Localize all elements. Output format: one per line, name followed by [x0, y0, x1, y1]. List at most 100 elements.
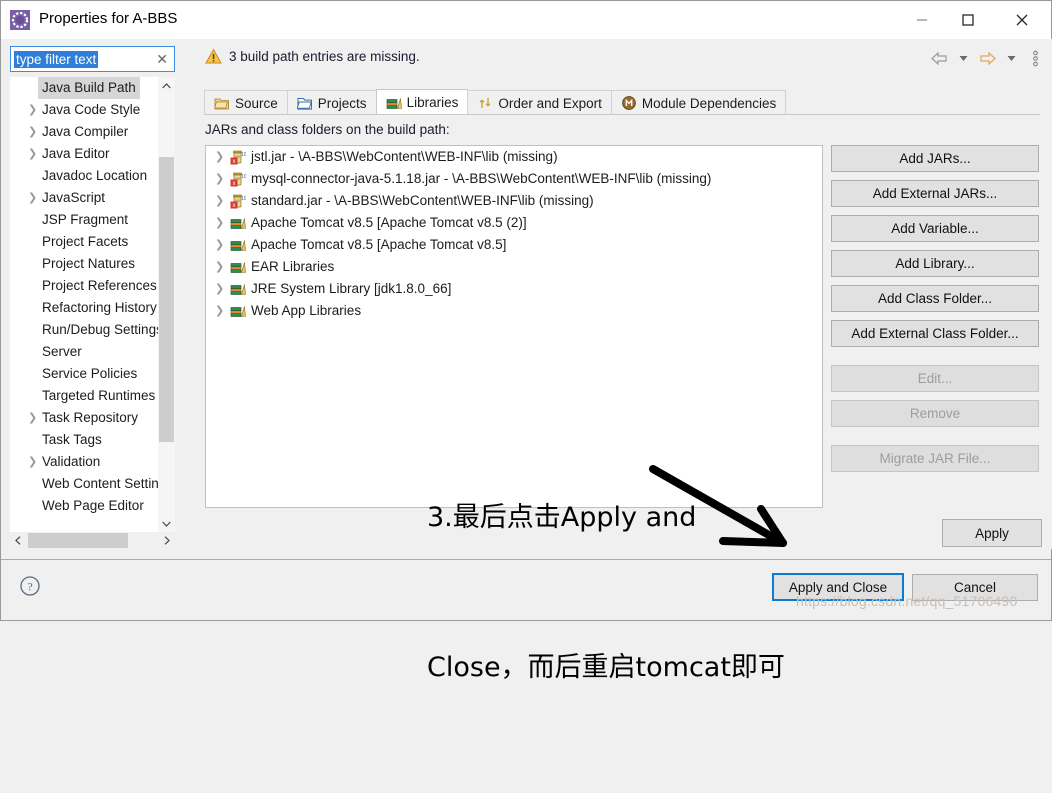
chevron-right-icon[interactable]: ❯: [215, 278, 224, 300]
library-books-icon: [386, 97, 402, 109]
chevron-right-icon[interactable]: ❯: [28, 407, 37, 429]
properties-dialog: Properties for A-BBS 3 build path entrie…: [0, 0, 1052, 683]
sidebar-item-project-natures[interactable]: Project Natures: [10, 253, 175, 275]
tab-label: Module Dependencies: [641, 95, 777, 111]
build-path-entry-row[interactable]: ❯ EAR Libraries: [206, 256, 822, 278]
tree-hscroll-thumb[interactable]: [28, 533, 128, 548]
library-books-icon: [230, 306, 246, 317]
tree-horizontal-scrollbar[interactable]: [10, 532, 175, 549]
tab-label: Libraries: [406, 95, 459, 110]
sidebar-item-label: Run/Debug Settings: [42, 322, 163, 337]
chevron-right-icon[interactable]: ❯: [28, 451, 37, 473]
vertical-ellipsis-icon[interactable]: [1024, 48, 1046, 68]
build-path-entry-row[interactable]: ❯ x 10 mysql-connector-java-5.1.18.jar - \A…: [206, 168, 822, 190]
build-path-entry-row[interactable]: ❯ JRE System Library [jdk1.8.0_66]: [206, 278, 822, 300]
add-external-class-folder-button[interactable]: Add External Class Folder...: [831, 320, 1039, 347]
build-path-entry-row[interactable]: ❯ Apache Tomcat v8.5 [Apache Tomcat v8.5]: [206, 234, 822, 256]
warning-triangle-icon: [205, 48, 222, 64]
library-books-icon: [230, 240, 246, 251]
sidebar-item-java-editor[interactable]: ❯ Java Editor: [10, 143, 175, 165]
tab-source[interactable]: Source: [204, 90, 288, 115]
chevron-right-icon[interactable]: ❯: [215, 190, 224, 212]
tab-projects[interactable]: Projects: [286, 90, 377, 115]
annotation-line-2: Close，而后重启tomcat即可: [427, 652, 785, 683]
sidebar-item-project-references[interactable]: Project References: [10, 275, 175, 297]
maximize-button[interactable]: [945, 1, 991, 39]
title-bar: Properties for A-BBS: [1, 1, 1051, 39]
scroll-left-icon[interactable]: [10, 532, 26, 549]
sidebar-item-task-repository[interactable]: ❯ Task Repository: [10, 407, 175, 429]
sidebar-item-run-debug-settings[interactable]: Run/Debug Settings: [10, 319, 175, 341]
sidebar-item-jsp-fragment[interactable]: JSP Fragment: [10, 209, 175, 231]
chevron-right-icon[interactable]: ❯: [215, 212, 224, 234]
apply-and-close-button[interactable]: Apply and Close: [772, 573, 904, 601]
chevron-right-icon[interactable]: ❯: [215, 168, 224, 190]
sidebar-item-javascript[interactable]: ❯ JavaScript: [10, 187, 175, 209]
chevron-right-icon[interactable]: ❯: [28, 187, 37, 209]
minimize-button[interactable]: [899, 1, 945, 39]
chevron-right-icon[interactable]: ❯: [215, 146, 224, 168]
sidebar-item-java-code-style[interactable]: ❯ Java Code Style: [10, 99, 175, 121]
add-class-folder-button[interactable]: Add Class Folder...: [831, 285, 1039, 312]
sidebar-item-targeted-runtimes[interactable]: Targeted Runtimes: [10, 385, 175, 407]
close-button[interactable]: [999, 1, 1045, 39]
forward-dropdown-chevron-down-icon[interactable]: [1000, 48, 1022, 68]
add-library-button[interactable]: Add Library...: [831, 250, 1039, 277]
build-path-action-buttons: Add JARs... Add External JARs... Add Varia…: [831, 145, 1039, 480]
jar-error-icon: x 10: [230, 194, 246, 209]
tree-vertical-scrollbar[interactable]: [158, 77, 175, 532]
sidebar-item-project-facets[interactable]: Project Facets: [10, 231, 175, 253]
sidebar-item-label: Web Content Settings: [42, 476, 174, 491]
build-path-entry-label: EAR Libraries: [251, 259, 335, 274]
chevron-right-icon[interactable]: ❯: [215, 300, 224, 322]
scroll-right-icon[interactable]: [159, 532, 175, 549]
banner-nav-controls: [928, 47, 1046, 69]
settings-tree[interactable]: Java Build Path ❯ Java Code Style ❯ Java Com…: [10, 77, 175, 532]
back-arrow-icon[interactable]: [928, 48, 950, 68]
add-variable-button[interactable]: Add Variable...: [831, 215, 1039, 242]
clear-filter-icon[interactable]: ✕: [156, 51, 168, 68]
cancel-button[interactable]: Cancel: [912, 574, 1038, 601]
build-path-entry-row[interactable]: ❯ x 10 standard.jar - \A-BBS\WebContent\WEB…: [206, 190, 822, 212]
build-path-entry-row[interactable]: ❯ Apache Tomcat v8.5 [Apache Tomcat v8.5 …: [206, 212, 822, 234]
sidebar-item-web-content-settings[interactable]: Web Content Settings: [10, 473, 175, 495]
warning-banner: 3 build path entries are missing.: [191, 39, 1052, 75]
tab-module-dependencies[interactable]: Module Dependencies: [610, 90, 787, 115]
sidebar-item-label: Java Compiler: [42, 124, 129, 139]
chevron-right-icon[interactable]: ❯: [215, 256, 224, 278]
chevron-right-icon[interactable]: ❯: [28, 99, 37, 121]
chevron-right-icon[interactable]: ❯: [215, 234, 224, 256]
sidebar-item-web-page-editor[interactable]: Web Page Editor: [10, 495, 175, 517]
sidebar-item-label: Validation: [42, 454, 101, 469]
sidebar-item-label: Task Repository: [42, 410, 139, 425]
chevron-right-icon[interactable]: ❯: [28, 143, 37, 165]
add-external-jars-button[interactable]: Add External JARs...: [831, 180, 1039, 207]
sidebar-item-javadoc-location[interactable]: Javadoc Location: [10, 165, 175, 187]
sidebar-item-task-tags[interactable]: Task Tags: [10, 429, 175, 451]
apply-button[interactable]: Apply: [942, 519, 1042, 547]
forward-arrow-icon[interactable]: [976, 48, 998, 68]
sidebar-item-java-compiler[interactable]: ❯ Java Compiler: [10, 121, 175, 143]
eclipse-gear-icon: [10, 10, 30, 30]
sidebar-item-refactoring-history[interactable]: Refactoring History: [10, 297, 175, 319]
tree-scroll-thumb[interactable]: [159, 157, 174, 442]
question-mark-circle-icon[interactable]: ?: [19, 575, 41, 597]
sidebar-item-label: JavaScript: [42, 190, 106, 205]
scroll-up-icon[interactable]: [158, 77, 175, 94]
sidebar-item-service-policies[interactable]: Service Policies: [10, 363, 175, 385]
back-dropdown-chevron-down-icon[interactable]: [952, 48, 974, 68]
scroll-down-icon[interactable]: [158, 515, 175, 532]
build-path-tabs: Source Projects Libraries Order and Export M…: [204, 89, 787, 115]
tab-libraries[interactable]: Libraries: [375, 89, 469, 115]
source-folder-icon: [214, 98, 229, 110]
build-path-entry-row[interactable]: ❯ x 10 jstl.jar - \A-BBS\WebContent\WEB-INF…: [206, 146, 822, 168]
build-path-entry-row[interactable]: ❯ Web App Libraries: [206, 300, 822, 322]
sidebar-item-java-build-path[interactable]: Java Build Path: [10, 77, 175, 99]
tab-order-and-export[interactable]: Order and Export: [467, 90, 612, 115]
sidebar-item-validation[interactable]: ❯ Validation: [10, 451, 175, 473]
build-path-entries-list[interactable]: ❯ x 10 jstl.jar - \A-BBS\WebContent\WEB-INF…: [205, 145, 823, 508]
chevron-right-icon[interactable]: ❯: [28, 121, 37, 143]
sidebar-item-server[interactable]: Server: [10, 341, 175, 363]
filter-input[interactable]: type filter text ✕: [10, 46, 175, 72]
add-jars-button[interactable]: Add JARs...: [831, 145, 1039, 172]
